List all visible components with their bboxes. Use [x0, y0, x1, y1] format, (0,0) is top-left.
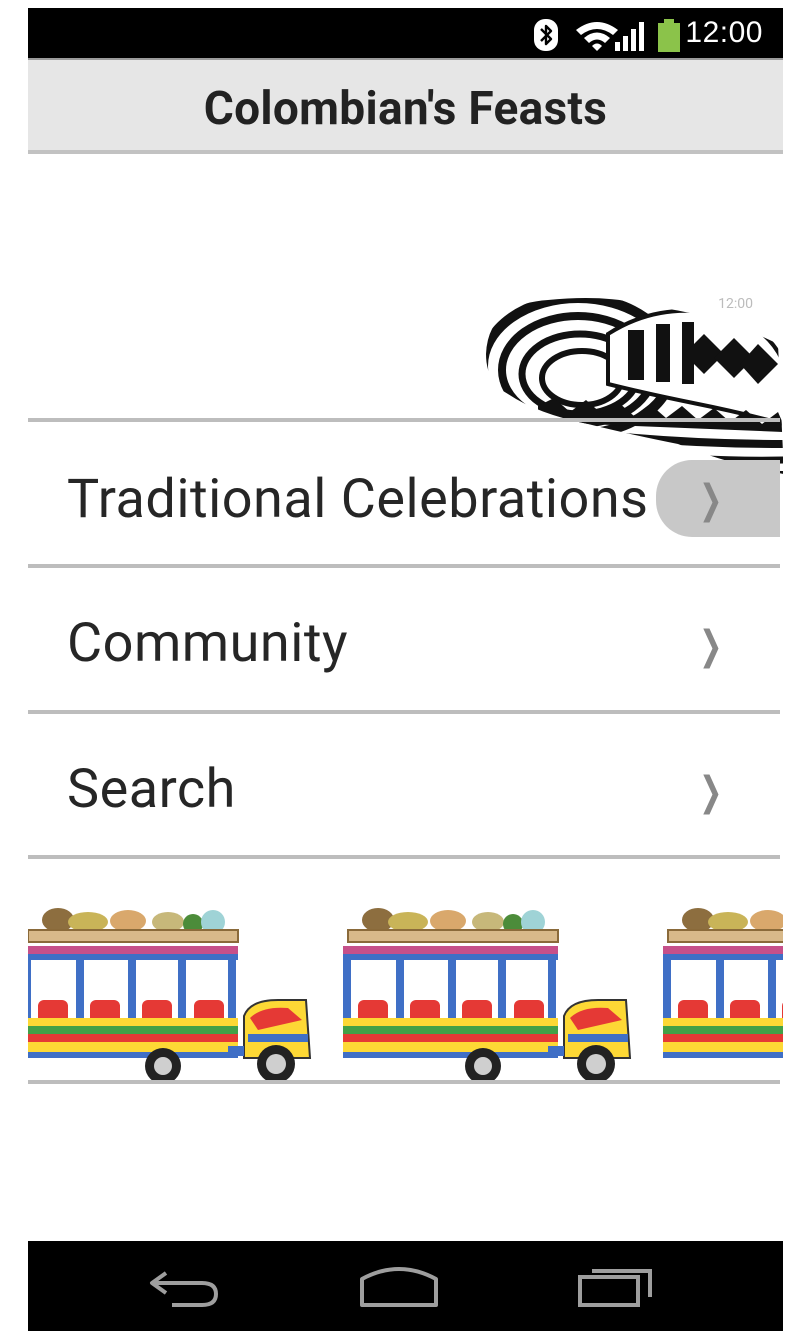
divider — [28, 710, 780, 714]
battery-icon — [656, 19, 682, 57]
menu-item-label: Search — [67, 758, 236, 821]
app-header: Colombian's Feasts — [28, 58, 783, 154]
app-screen: 12:00 Colombian's Feasts 12:00 Tradition… — [28, 8, 783, 1331]
chevron-right-icon: ❯ — [699, 476, 723, 523]
chiva-bus-strip — [28, 888, 783, 1080]
navigation-bar — [28, 1241, 783, 1331]
status-time: 12:00 — [685, 16, 763, 49]
chevron-right-icon: ❯ — [699, 622, 723, 669]
hero-area: 12:00 — [28, 154, 783, 474]
status-bar: 12:00 — [28, 8, 783, 58]
divider — [28, 564, 780, 568]
divider — [28, 418, 780, 422]
chiva-bus-image — [28, 907, 783, 1080]
menu-item-label: Traditional Celebrations — [67, 468, 649, 531]
menu-item-label: Community — [67, 612, 349, 675]
back-icon[interactable] — [146, 1261, 222, 1315]
page-title: Colombian's Feasts — [203, 82, 608, 136]
chevron-right-icon: ❯ — [699, 768, 723, 815]
menu-item-community[interactable]: Community ❯ — [28, 570, 780, 710]
signal-icon — [613, 20, 649, 56]
menu-item-traditional-celebrations[interactable]: Traditional Celebrations ❯ — [28, 424, 780, 564]
bluetooth-icon — [533, 18, 559, 56]
home-icon[interactable] — [358, 1263, 440, 1313]
recent-apps-icon[interactable] — [576, 1263, 656, 1313]
menu-item-search[interactable]: Search ❯ — [28, 716, 780, 856]
divider — [28, 1080, 780, 1084]
